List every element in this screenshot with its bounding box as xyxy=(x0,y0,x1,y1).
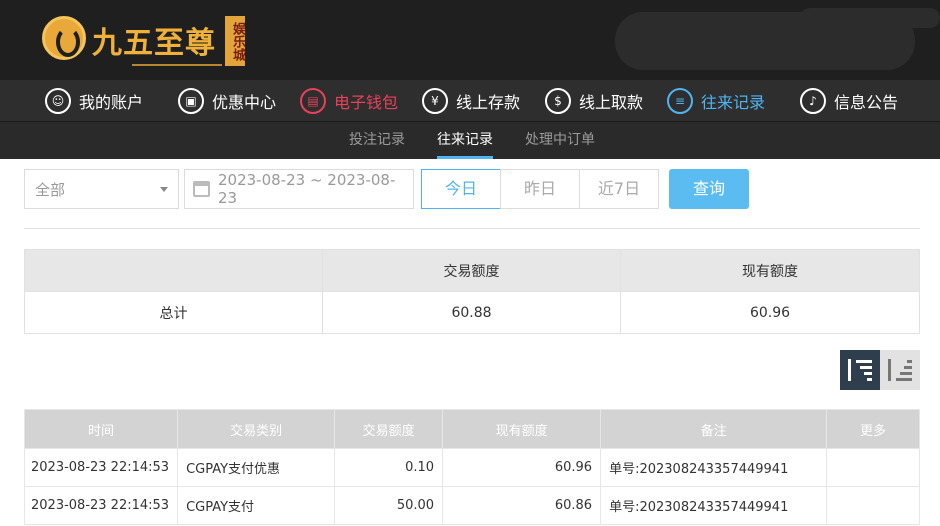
category-select[interactable]: 全部 xyxy=(24,169,179,209)
cell-balance: 60.86 xyxy=(442,486,602,525)
nav-item-wallet[interactable]: ▤ 电子钱包 xyxy=(300,80,398,122)
user-icon: ☺ xyxy=(45,88,71,114)
table-row[interactable]: 2023-08-23 22:14:53 CGPAY支付 50.00 60.86 … xyxy=(23,486,920,525)
chevron-down-icon xyxy=(160,187,168,192)
summary-table: 交易额度 现有额度 总计 60.88 60.96 xyxy=(24,249,920,334)
brand-name: 九五至尊 xyxy=(92,26,216,61)
calendar-icon xyxy=(193,181,210,197)
cell-balance: 60.96 xyxy=(442,448,602,487)
nav-label: 电子钱包 xyxy=(334,93,399,112)
sub-nav: 投注记录 往来记录 处理中订单 xyxy=(0,122,940,159)
cell-time: 2023-08-23 22:14:53 xyxy=(23,448,179,487)
sort-ascending-button[interactable] xyxy=(880,350,920,390)
query-button[interactable]: 查询 xyxy=(669,169,749,209)
cell-type: CGPAY支付 xyxy=(177,486,336,525)
cell-note: 单号:202308243357449941 xyxy=(600,486,828,525)
column-header-amount[interactable]: 交易额度 xyxy=(334,409,444,449)
withdraw-icon: $ xyxy=(545,88,571,114)
nav-item-account[interactable]: ☺ 我的账户 xyxy=(45,80,143,122)
cell-more[interactable] xyxy=(826,486,920,525)
nav-item-withdraw[interactable]: $ 线上取款 xyxy=(545,80,643,122)
main-nav: ☺ 我的账户 ▣ 优惠中心 ▤ 电子钱包 ¥ 线上存款 $ 线上取款 ≡ 往来记… xyxy=(0,80,940,122)
cell-amount: 50.00 xyxy=(334,486,444,525)
record-icon: ≡ xyxy=(667,88,693,114)
logo-emblem-icon xyxy=(42,16,86,60)
sort-ascending-icon xyxy=(888,359,912,381)
yesterday-button[interactable]: 昨日 xyxy=(500,169,580,209)
divider xyxy=(24,228,920,229)
tab-bet-records[interactable]: 投注记录 xyxy=(349,122,405,159)
brand-logo[interactable]: 九五至尊 娱乐城 xyxy=(42,14,245,70)
nav-label: 信息公告 xyxy=(834,93,899,112)
site-header: 九五至尊 娱乐城 xyxy=(0,0,940,80)
cell-more[interactable] xyxy=(826,448,920,487)
logo-ornament xyxy=(132,60,222,66)
table-row[interactable]: 2023-08-23 22:14:53 CGPAY支付优惠 0.10 60.96… xyxy=(23,448,920,487)
column-header-time[interactable]: 时间 xyxy=(23,409,179,449)
nav-label: 线上取款 xyxy=(579,93,644,112)
nav-label: 往来记录 xyxy=(701,93,766,112)
date-range-input[interactable]: 2023-08-23 ~ 2023-08-23 xyxy=(184,169,414,209)
gift-icon: ▣ xyxy=(178,88,204,114)
column-header-more: 更多 xyxy=(826,409,920,449)
cell-time: 2023-08-23 22:14:53 xyxy=(23,486,179,525)
nav-label: 我的账户 xyxy=(79,93,144,112)
date-range-value: 2023-08-23 ~ 2023-08-23 xyxy=(218,171,396,207)
records-table: 时间 交易类别 交易额度 现有额度 备注 更多 2023-08-23 22:14… xyxy=(23,409,920,525)
cell-type: CGPAY支付优惠 xyxy=(177,448,336,487)
column-header-note: 备注 xyxy=(600,409,828,449)
sort-descending-button[interactable] xyxy=(840,350,880,390)
nav-item-promotions[interactable]: ▣ 优惠中心 xyxy=(178,80,276,122)
summary-header-balance: 现有额度 xyxy=(620,249,920,292)
bell-icon: ♪ xyxy=(800,88,826,114)
header-decoration xyxy=(800,8,940,28)
nav-item-announcements[interactable]: ♪ 信息公告 xyxy=(800,80,898,122)
summary-row: 总计 60.88 60.96 xyxy=(24,291,920,334)
category-value: 全部 xyxy=(35,180,66,199)
nav-label: 优惠中心 xyxy=(212,93,277,112)
summary-header-blank xyxy=(24,249,323,292)
nav-item-deposit[interactable]: ¥ 线上存款 xyxy=(422,80,520,122)
column-header-balance[interactable]: 现有额度 xyxy=(442,409,602,449)
tab-transaction-records[interactable]: 往来记录 xyxy=(437,122,493,159)
summary-label: 总计 xyxy=(24,291,323,334)
last-7-days-button[interactable]: 近7日 xyxy=(579,169,659,209)
nav-item-records[interactable]: ≡ 往来记录 xyxy=(667,80,765,122)
wallet-icon: ▤ xyxy=(300,88,326,114)
cell-amount: 0.10 xyxy=(334,448,444,487)
summary-header-amount: 交易额度 xyxy=(322,249,621,292)
tab-pending-orders[interactable]: 处理中订单 xyxy=(525,122,595,159)
summary-amount: 60.88 xyxy=(322,291,621,334)
summary-balance: 60.96 xyxy=(620,291,920,334)
today-button[interactable]: 今日 xyxy=(421,169,501,209)
column-header-type[interactable]: 交易类别 xyxy=(177,409,336,449)
brand-badge: 娱乐城 xyxy=(225,16,245,66)
cell-note: 单号:202308243357449941 xyxy=(600,448,828,487)
deposit-icon: ¥ xyxy=(422,88,448,114)
nav-label: 线上存款 xyxy=(456,93,521,112)
sort-descending-icon xyxy=(848,359,872,381)
